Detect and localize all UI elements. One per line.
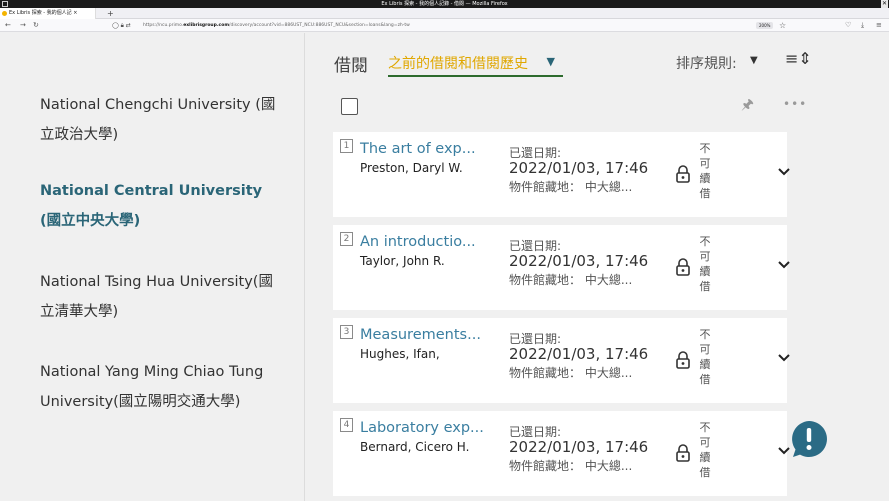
item-number: 3 (340, 325, 353, 339)
renew-char: 不 (699, 142, 711, 155)
renew-char: 不 (699, 235, 711, 248)
item-location: 物件館藏地： 中大總... (509, 180, 633, 194)
institution-nycu[interactable]: National Yang Ming Chiao Tung University… (40, 357, 280, 417)
loan-card: 2 An introductio... Taylor, John R. 已還日期… (333, 225, 790, 310)
navigation-bar: ← → ↻ ◯ 🔒︎ ⇄ https://ncu.primo.exlibrisg… (0, 19, 889, 32)
browser-tab[interactable]: Ex Libris 探索 - 我的個人記 × (0, 8, 96, 19)
return-date: 2022/01/03, 17:46 (509, 159, 649, 177)
institution-label: 立政治大學) (40, 127, 119, 143)
section-title: 借閱 (334, 56, 368, 76)
lock-icon (676, 258, 690, 276)
renew-char: 續 (699, 358, 711, 371)
institution-label: National Central University (40, 183, 263, 199)
renew-char: 借 (699, 187, 711, 200)
chevron-down-icon[interactable] (778, 167, 790, 177)
window-close-icon[interactable]: ✕ (881, 0, 888, 8)
window-title: Ex Libris 探索 - 我的個人記錄 - 借閱 — Mozilla Fir… (381, 1, 508, 7)
history-dropdown-label: 之前的借閱和借閱歷史 (388, 56, 528, 72)
item-author: Bernard, Cicero H. (360, 440, 470, 454)
renew-char: 借 (699, 466, 711, 479)
non-renewable-label: 不 可 續 借 (699, 234, 711, 294)
lock-icon (676, 444, 690, 462)
item-title-link[interactable]: Measurements... (360, 327, 481, 343)
return-date: 2022/01/03, 17:46 (509, 438, 649, 456)
url-security-icons: ◯ 🔒︎ ⇄ (112, 22, 131, 29)
download-icon[interactable]: ⤓ (861, 19, 864, 32)
item-author: Hughes, Ifan, (360, 347, 440, 361)
renew-char: 可 (699, 157, 711, 170)
renew-char: 可 (699, 250, 711, 263)
institution-nthu[interactable]: National Tsing Hua University(國 立清華大學) (40, 267, 280, 327)
history-dropdown[interactable]: 之前的借閱和借閱歷史 ▼ (388, 53, 563, 77)
renew-char: 可 (699, 343, 711, 356)
loan-card: 1 The art of exp... Preston, Daryl W. 已還… (333, 132, 790, 217)
tab-title: Ex Libris 探索 - 我的個人記 × (9, 10, 78, 16)
renew-char: 借 (699, 373, 711, 386)
renew-char: 續 (699, 172, 711, 185)
lock-icon (676, 351, 690, 369)
window-menu-icon[interactable] (2, 1, 8, 7)
app-menu-icon[interactable]: ≡ (876, 19, 882, 32)
sort-order-icon[interactable]: ≡⇕ (785, 49, 812, 68)
institution-label: University(國立陽明交通大學) (40, 394, 241, 410)
loan-card: 4 Laboratory exp... Bernard, Cicero H. 已… (333, 411, 790, 496)
non-renewable-label: 不 可 續 借 (699, 420, 711, 480)
renew-char: 借 (699, 280, 711, 293)
non-renewable-label: 不 可 續 借 (699, 141, 711, 201)
item-number: 1 (340, 139, 353, 153)
non-renewable-label: 不 可 續 借 (699, 327, 711, 387)
zoom-level-badge[interactable]: 200% (756, 22, 774, 29)
caret-down-icon: ▼ (546, 55, 555, 68)
item-location: 物件館藏地： 中大總... (509, 366, 633, 380)
loans-header: 借閱 之前的借閱和借閱歷史 ▼ 排序規則: ▼ ≡⇕ (306, 33, 889, 77)
pin-icon[interactable]: 🖈︎ (741, 94, 754, 118)
renew-char: 不 (699, 328, 711, 341)
item-location: 物件館藏地： 中大總... (509, 273, 633, 287)
chevron-down-icon[interactable] (778, 260, 790, 270)
item-author: Taylor, John R. (360, 254, 445, 268)
new-tab-button[interactable]: + (107, 8, 114, 19)
item-number: 4 (340, 418, 353, 432)
institution-label: National Tsing Hua University(國 (40, 274, 273, 290)
sort-label[interactable]: 排序規則: (676, 53, 737, 73)
renew-char: 不 (699, 421, 711, 434)
page-content: National Chengchi University (國 立政治大學) N… (0, 33, 889, 501)
tab-bar: Ex Libris 探索 - 我的個人記 × + (0, 8, 889, 19)
back-icon[interactable]: ← (5, 19, 11, 32)
institution-label: 立清華大學) (40, 304, 119, 320)
institution-label: (國立中央大學) (40, 213, 141, 229)
item-author: Preston, Daryl W. (360, 161, 463, 175)
reload-icon[interactable]: ↻ (33, 19, 39, 32)
select-all-checkbox[interactable] (341, 98, 358, 115)
institution-label: National Chengchi University (國 (40, 97, 276, 113)
site-favicon-icon (2, 11, 7, 16)
renew-char: 續 (699, 451, 711, 464)
item-location: 物件館藏地： 中大總... (509, 459, 633, 473)
renew-char: 續 (699, 265, 711, 278)
institution-nccu[interactable]: National Chengchi University (國 立政治大學) (40, 90, 280, 150)
item-title-link[interactable]: Laboratory exp... (360, 420, 484, 436)
window-titlebar: Ex Libris 探索 - 我的個人記錄 - 借閱 — Mozilla Fir… (0, 0, 889, 8)
renew-char: 可 (699, 436, 711, 449)
pocket-icon[interactable]: ♡ (845, 19, 851, 32)
help-feedback-icon[interactable] (789, 419, 829, 459)
return-date: 2022/01/03, 17:46 (509, 252, 649, 270)
forward-icon[interactable]: → (20, 19, 26, 32)
chevron-down-icon[interactable] (778, 353, 790, 363)
lock-icon (676, 165, 690, 183)
return-date: 2022/01/03, 17:46 (509, 345, 649, 363)
loan-card: 3 Measurements... Hughes, Ifan, 已還日期: 20… (333, 318, 790, 403)
item-number: 2 (340, 232, 353, 246)
institution-ncu[interactable]: National Central University (國立中央大學) (40, 176, 280, 236)
item-title-link[interactable]: An introductio... (360, 234, 476, 250)
more-options-icon[interactable]: ••• (783, 97, 807, 111)
url-bar[interactable]: https://ncu.primo.exlibrisgroup.com/disc… (143, 19, 410, 32)
item-title-link[interactable]: The art of exp... (360, 141, 476, 157)
bookmark-star-icon[interactable]: ☆ (779, 19, 786, 32)
sort-caret-down-icon[interactable]: ▼ (750, 55, 758, 66)
institution-sidebar: National Chengchi University (國 立政治大學) N… (0, 33, 305, 501)
institution-label: National Yang Ming Chiao Tung (40, 364, 264, 380)
